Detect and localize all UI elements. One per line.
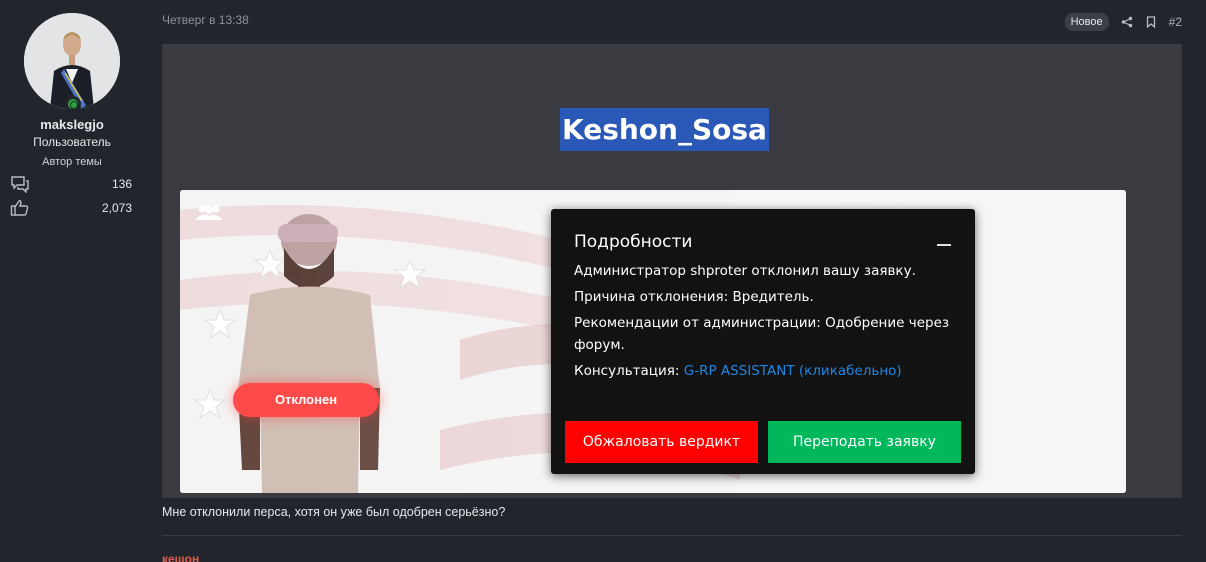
messages-icon	[11, 176, 29, 193]
user-title: Пользователь	[33, 135, 111, 149]
character-name: Keshon_Sosa	[562, 113, 767, 146]
thumbs-up-icon	[10, 200, 29, 216]
reactions-count: 2,073	[101, 201, 132, 215]
post-actions: Новое #2	[1064, 12, 1182, 32]
dialog-line-recommendation: Рекомендации от администрации: Одобрение…	[574, 315, 950, 353]
reactions-stat: 2,073	[10, 199, 132, 217]
consultation-label: Консультация:	[574, 363, 680, 379]
new-badge: Новое	[1064, 13, 1109, 31]
post-text: Мне отклонили перса, хотя он уже был одо…	[162, 505, 506, 519]
post-divider	[162, 535, 1182, 536]
username[interactable]: makslegjo	[0, 117, 144, 132]
details-dialog: Подробности Администратор shproter откло…	[551, 209, 975, 474]
messages-stat: 136	[10, 175, 132, 193]
resubmit-application-button[interactable]: Переподать заявку	[768, 421, 961, 463]
avatar[interactable]	[24, 13, 120, 109]
appeal-verdict-button[interactable]: Обжаловать вердикт	[565, 421, 758, 463]
online-status-icon	[65, 96, 81, 112]
status-badge: Отклонен	[233, 383, 379, 417]
bookmark-icon[interactable]	[1145, 16, 1157, 28]
dialog-title: Подробности	[574, 232, 693, 252]
minimize-icon[interactable]	[937, 244, 951, 246]
character-name-highlight: Keshon_Sosa	[560, 108, 769, 151]
author-badge: Автор темы	[42, 156, 102, 168]
dialog-line-admin: Администратор shproter отклонил вашу зая…	[574, 263, 916, 279]
messages-count: 136	[111, 177, 132, 191]
next-post-author[interactable]: кешон	[162, 552, 199, 562]
user-info-panel: makslegjo Пользователь Автор темы 136 2,…	[0, 0, 150, 562]
dialog-line-reason: Причина отклонения: Вредитель.	[574, 289, 814, 305]
post-date[interactable]: Четверг в 13:38	[162, 13, 249, 27]
dialog-line-consultation: Консультация: G-RP ASSISTANT (кликабельн…	[574, 360, 954, 382]
post-number-link[interactable]: #2	[1169, 15, 1182, 29]
post-content: Keshon_Sosa Отклонен Подробности Админис…	[162, 44, 1182, 498]
assistant-link[interactable]: G-RP ASSISTANT (кликабельно)	[684, 363, 902, 379]
attached-screenshot[interactable]: Отклонен Подробности Администратор shpro…	[180, 190, 1126, 493]
group-icon	[195, 205, 223, 220]
share-icon[interactable]	[1121, 16, 1133, 28]
